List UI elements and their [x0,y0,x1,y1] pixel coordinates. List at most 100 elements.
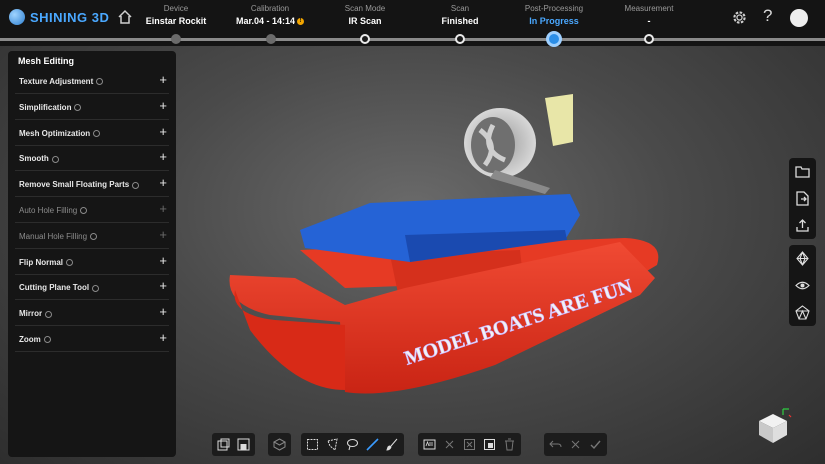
info-icon[interactable] [51,155,59,163]
step-dot-post-processing[interactable] [546,31,562,47]
step-measurement: Measurement - [604,4,694,26]
menu-item-label: Smooth [19,154,59,163]
gear-icon[interactable] [731,9,748,26]
menu-item-label: Cutting Plane Tool [19,283,100,293]
step-value: Einstar Rockit [145,16,207,26]
folder-icon[interactable] [789,158,816,185]
line-select-icon[interactable] [364,436,381,453]
step-value: IR Scan [348,16,382,26]
select-all-icon[interactable] [421,436,438,453]
expand-plus-icon[interactable]: + [159,150,167,164]
step-label: Calibration [250,4,290,13]
bottom-toolbar-file [212,433,255,456]
export-icon[interactable] [789,185,816,212]
menu-item-text: Zoom [19,335,41,344]
step-value: Mar.04 - 14:14! [225,16,315,26]
info-icon[interactable] [66,258,74,266]
undo-icon[interactable] [547,436,564,453]
view-icon[interactable] [271,436,288,453]
expand-plus-icon[interactable]: + [159,73,167,87]
step-dot-device[interactable] [171,34,181,44]
expand-plus-icon[interactable]: + [159,176,167,190]
import-icon[interactable] [215,436,232,453]
avatar[interactable] [790,9,808,27]
step-dot-measurement[interactable] [644,34,654,44]
info-icon[interactable] [93,129,101,137]
menu-item-label: Remove Small Floating Parts [19,180,140,190]
info-icon[interactable] [45,310,53,318]
boat-model-view[interactable]: MODEL BOATS ARE FUN [195,90,675,410]
expand-plus-icon[interactable]: + [159,253,167,268]
expand-plus-icon[interactable]: + [159,279,167,293]
warning-icon[interactable]: ! [297,18,305,26]
bottom-toolbar-select [301,433,404,456]
menu-item-label: Mirror [19,309,53,318]
step-scan-mode: Scan Mode IR Scan [320,4,410,26]
invert-icon[interactable] [461,436,478,453]
expand-plus-icon[interactable]: + [159,98,167,113]
step-label: Scan Mode [344,4,386,13]
bottom-toolbar-view [268,433,291,456]
select-connected-icon[interactable] [481,436,498,453]
info-icon[interactable] [96,78,104,86]
menu-item-mesh-optimization[interactable]: Mesh Optimization + [15,121,169,146]
brush-select-icon[interactable] [384,436,401,453]
clear-icon[interactable] [441,436,458,453]
step-dot-calibration[interactable] [266,34,276,44]
expand-plus-icon[interactable]: + [159,124,167,139]
menu-item-text: Auto Hole Filling [19,206,78,215]
view-cube-icon[interactable] [753,405,793,445]
info-icon[interactable] [92,284,100,292]
menu-item-label: Flip Normal [19,258,74,267]
help-icon[interactable]: ? [763,6,772,26]
info-icon[interactable] [74,104,82,112]
lasso-select-icon[interactable] [344,436,361,453]
redo-icon[interactable] [567,436,584,453]
menu-item-text: Cutting Plane Tool [19,283,90,293]
bottom-toolbar-edit [418,433,521,456]
menu-item-label: Mesh Optimization [19,128,101,138]
mesh-view-icon[interactable] [789,245,816,272]
menu-item-mirror[interactable]: Mirror + [15,301,169,327]
info-icon[interactable] [80,207,88,215]
menu-item-texture-adjustment[interactable]: Texture Adjustment + [15,69,169,94]
menu-item-manual-hole-filling[interactable]: Manual Hole Filling + [15,224,169,249]
step-dot-scan-mode[interactable] [360,34,370,44]
info-icon[interactable] [132,181,140,189]
info-icon[interactable] [43,336,51,344]
apply-icon[interactable] [587,436,604,453]
menu-item-text: Manual Hole Filling [19,231,88,241]
step-label: Measurement [624,4,674,13]
menu-item-flip-normal[interactable]: Flip Normal + [15,250,169,275]
expand-plus-icon[interactable]: + [159,202,167,216]
menu-item-remove-small-floating-parts[interactable]: Remove Small Floating Parts + [15,172,169,198]
step-value: Finished [441,16,479,26]
menu-item-label: Manual Hole Filling [19,231,98,241]
menu-item-label: Auto Hole Filling [19,206,88,215]
menu-item-zoom[interactable]: Zoom + [15,327,169,352]
menu-item-cutting-plane-tool[interactable]: Cutting Plane Tool + [15,275,169,301]
save-icon[interactable] [235,436,252,453]
right-toolbar-file [789,158,816,239]
step-label: Scan [450,4,470,13]
upload-icon[interactable] [789,212,816,239]
menu-item-label: Texture Adjustment [19,77,104,86]
eye-icon[interactable] [789,272,816,299]
brand-logo: SHINING 3D [9,9,109,25]
menu-item-smooth[interactable]: Smooth + [15,146,169,172]
step-scan: Scan Finished [415,4,505,26]
polygon-select-icon[interactable] [324,436,341,453]
step-label: Device [163,4,189,13]
rect-select-icon[interactable] [304,436,321,453]
expand-plus-icon[interactable]: + [159,227,167,242]
info-icon[interactable] [90,233,98,241]
menu-item-text: Mesh Optimization [19,128,91,138]
expand-plus-icon[interactable]: + [159,305,167,319]
texture-view-icon[interactable] [789,299,816,326]
step-dot-scan[interactable] [455,34,465,44]
menu-item-auto-hole-filling[interactable]: Auto Hole Filling + [15,198,169,223]
expand-plus-icon[interactable]: + [159,331,167,345]
menu-item-simplification[interactable]: Simplification + [15,95,169,120]
menu-item-text: Remove Small Floating Parts [19,180,130,190]
delete-icon[interactable] [501,436,518,453]
